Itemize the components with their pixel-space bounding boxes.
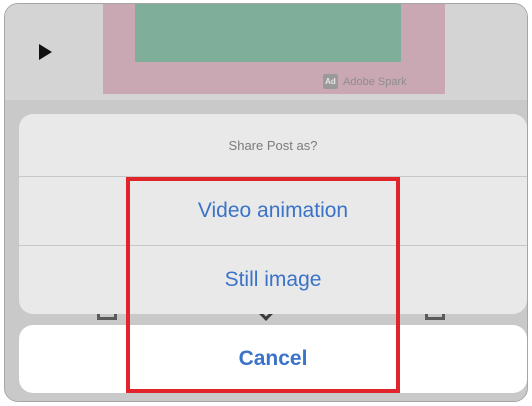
video-animation-option[interactable]: Video animation: [19, 177, 527, 246]
post-preview-image: [135, 4, 401, 62]
share-action-sheet: Share Post as? Video animation Still ima…: [19, 114, 527, 314]
adobe-spark-logo-icon: Ad: [323, 74, 338, 89]
play-icon[interactable]: [39, 44, 52, 60]
still-image-option[interactable]: Still image: [19, 246, 527, 314]
post-preview-area: Ad Adobe Spark: [5, 4, 527, 100]
adobe-spark-badge: Ad Adobe Spark: [323, 74, 407, 89]
cancel-button[interactable]: Cancel: [19, 325, 527, 393]
action-sheet-title: Share Post as?: [19, 114, 527, 177]
adobe-spark-label: Adobe Spark: [343, 75, 407, 88]
phone-screen: Ad Adobe Spark Share Post as? Video anim…: [4, 3, 528, 402]
